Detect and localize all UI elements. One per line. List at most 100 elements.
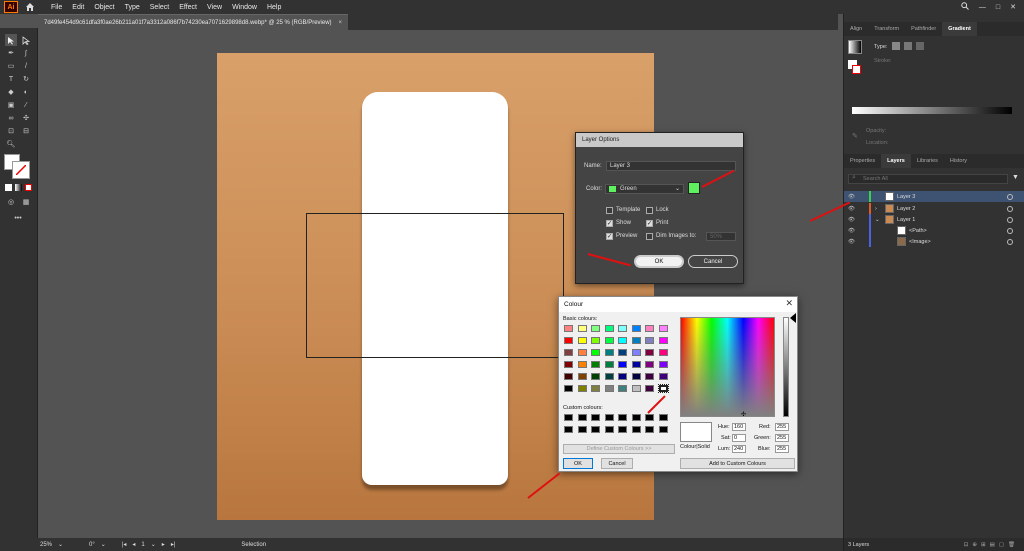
linear-gradient-icon[interactable] <box>892 42 900 50</box>
basic-colour-swatch[interactable] <box>564 385 573 392</box>
visibility-eye-icon[interactable]: 👁︎ <box>848 239 856 245</box>
menu-view[interactable]: View <box>202 4 227 11</box>
lock-checkbox[interactable] <box>646 207 653 214</box>
tab-align[interactable]: Align <box>844 22 868 36</box>
minimize-icon[interactable]: — <box>979 4 986 11</box>
green-input[interactable]: 255 <box>775 434 789 442</box>
custom-colour-swatch[interactable] <box>618 414 627 421</box>
tab-libraries[interactable]: Libraries <box>911 154 944 168</box>
basic-colour-swatch[interactable] <box>631 361 641 368</box>
tab-history[interactable]: History <box>944 154 973 168</box>
blue-input[interactable]: 255 <box>775 445 789 453</box>
target-circle-icon[interactable] <box>1007 216 1013 223</box>
artboard-tool-icon[interactable]: ⊡ <box>5 125 17 137</box>
first-artboard-icon[interactable]: |◂ <box>122 541 127 548</box>
define-custom-colours-button[interactable]: Define Custom Colours >> <box>563 444 675 454</box>
custom-colour-swatch[interactable] <box>591 426 600 433</box>
home-icon[interactable] <box>24 1 36 13</box>
color-select[interactable]: Green ⌄ <box>605 184 684 194</box>
custom-colour-swatch[interactable] <box>604 426 614 433</box>
gradient-stroke-icon[interactable] <box>852 65 861 74</box>
layers-footer-icons[interactable]: ⊡⊕⊞▤▢🗑︎ <box>964 542 1019 548</box>
basic-colour-swatch[interactable] <box>591 361 600 368</box>
layer-row-path[interactable]: 👁︎ <Path> <box>844 225 1024 236</box>
layer-row-layer-3[interactable]: 👁︎ Layer 3 <box>844 191 1024 202</box>
layer-name[interactable]: Layer 1 <box>897 217 915 223</box>
freeform-gradient-icon[interactable] <box>916 42 924 50</box>
basic-colour-swatch[interactable] <box>658 337 668 344</box>
basic-colour-swatch[interactable] <box>618 361 627 368</box>
eyedropper-tool-icon[interactable]: ⁄ <box>20 99 32 111</box>
basic-colour-swatch[interactable] <box>564 325 573 332</box>
close-icon[interactable]: ✕ <box>1010 3 1016 11</box>
basic-colour-swatch[interactable] <box>591 385 600 392</box>
basic-colour-swatch[interactable] <box>658 349 668 356</box>
screen-mode-icon[interactable]: ▦ <box>20 196 32 208</box>
basic-colour-swatch[interactable] <box>577 325 587 332</box>
basic-colour-swatch[interactable] <box>604 349 614 356</box>
show-checkbox[interactable]: ✓ <box>606 220 613 227</box>
pen-tool-icon[interactable]: ✒ <box>5 47 17 59</box>
direct-selection-tool-icon[interactable] <box>20 34 32 46</box>
layer-row-layer-2[interactable]: 👁︎ › Layer 2 <box>844 203 1024 214</box>
artboard-number[interactable]: 1 <box>141 542 144 548</box>
basic-colour-swatch[interactable] <box>631 349 641 356</box>
basic-colour-swatch[interactable] <box>645 337 654 344</box>
basic-colour-swatch[interactable] <box>577 385 587 392</box>
preview-checkbox[interactable]: ✓ <box>606 233 613 240</box>
last-artboard-icon[interactable]: ▸| <box>171 541 176 548</box>
search-icon[interactable] <box>961 2 969 12</box>
blend-tool-icon[interactable]: ∞ <box>5 112 17 124</box>
target-circle-icon[interactable] <box>1007 227 1013 234</box>
ok-button[interactable]: OK <box>634 255 684 268</box>
basic-colour-swatch[interactable] <box>564 373 573 380</box>
basic-colour-swatch[interactable] <box>604 385 614 392</box>
menu-type[interactable]: Type <box>120 4 145 11</box>
layers-search-input[interactable]: Search All <box>848 174 1008 184</box>
basic-colour-swatch[interactable] <box>645 385 654 392</box>
gradient-stop-icon[interactable]: ✎ <box>852 132 858 140</box>
visibility-eye-icon[interactable]: 👁︎ <box>848 206 856 212</box>
custom-colour-swatch[interactable] <box>577 426 587 433</box>
layer-name[interactable]: Layer 3 <box>897 194 915 200</box>
basic-colour-swatch[interactable] <box>604 325 614 332</box>
luminance-slider[interactable] <box>783 317 789 417</box>
curvature-tool-icon[interactable]: ∫ <box>20 47 32 59</box>
layer-name[interactable]: Layer 2 <box>897 206 915 212</box>
type-tool-icon[interactable]: T <box>5 73 17 85</box>
basic-colour-swatch[interactable] <box>618 373 627 380</box>
menu-edit[interactable]: Edit <box>67 4 89 11</box>
symbol-sprayer-icon[interactable]: ✣ <box>20 112 32 124</box>
menu-object[interactable]: Object <box>89 4 119 11</box>
basic-colour-swatch[interactable] <box>604 361 614 368</box>
custom-colour-swatch[interactable] <box>631 414 641 421</box>
menu-effect[interactable]: Effect <box>174 4 202 11</box>
basic-colour-swatch[interactable] <box>577 361 587 368</box>
menu-window[interactable]: Window <box>227 4 262 11</box>
basic-colour-swatch[interactable] <box>591 337 600 344</box>
basic-colour-swatch[interactable] <box>631 385 641 392</box>
sat-input[interactable]: 0 <box>732 434 746 442</box>
custom-colour-swatch[interactable] <box>604 414 614 421</box>
prev-artboard-icon[interactable]: ◂ <box>132 541 135 548</box>
layer-name-input[interactable]: Layer 3 <box>606 161 736 171</box>
custom-colour-swatch[interactable] <box>658 414 668 421</box>
custom-colour-swatch[interactable] <box>591 414 600 421</box>
custom-colour-swatch[interactable] <box>631 426 641 433</box>
layers-filter-icon[interactable]: ▼ <box>1012 174 1019 181</box>
rotate-tool-icon[interactable]: ↻ <box>20 73 32 85</box>
basic-colour-swatch[interactable] <box>657 384 669 393</box>
close-icon[interactable]: ✕ <box>785 298 793 309</box>
dim-images-input[interactable]: 50% <box>706 232 736 241</box>
basic-colour-swatch[interactable] <box>658 325 668 332</box>
custom-colour-swatch[interactable] <box>564 414 573 421</box>
visibility-eye-icon[interactable]: 👁︎ <box>848 228 856 234</box>
dim-images-checkbox[interactable] <box>646 233 653 240</box>
lum-input[interactable]: 240 <box>732 445 746 453</box>
gradient-preview-swatch[interactable] <box>848 40 862 54</box>
basic-colour-swatch[interactable] <box>618 349 627 356</box>
basic-colour-swatch[interactable] <box>631 337 641 344</box>
rotation-dropdown-icon[interactable]: ⌄ <box>101 541 106 548</box>
basic-colour-swatch[interactable] <box>591 349 600 356</box>
basic-colour-swatch[interactable] <box>618 385 627 392</box>
